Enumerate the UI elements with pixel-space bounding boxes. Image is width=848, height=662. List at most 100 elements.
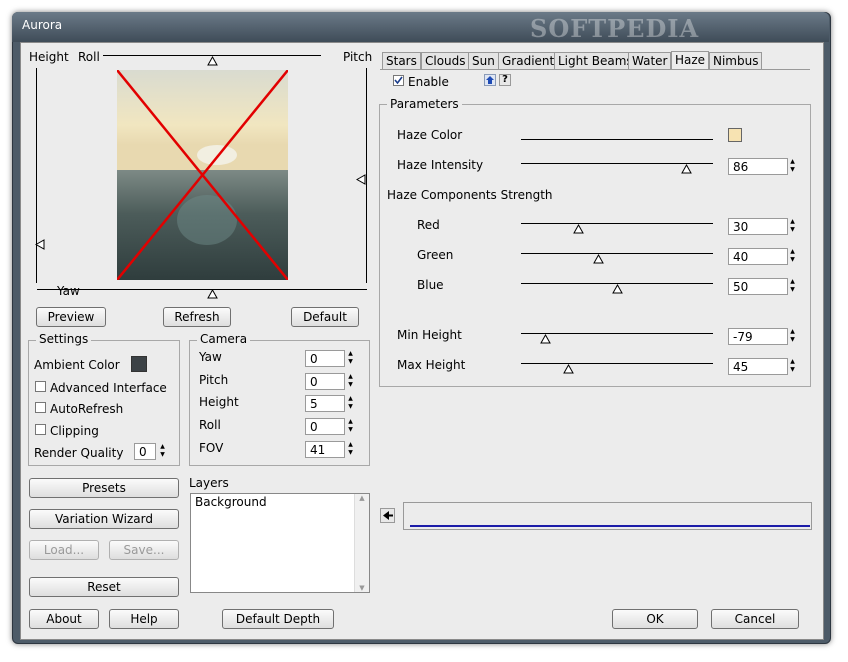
- green-slider-thumb[interactable]: [593, 253, 604, 267]
- yaw-slider-thumb[interactable]: [207, 288, 218, 302]
- cancel-button[interactable]: Cancel: [711, 609, 799, 629]
- haze-color-line: [521, 139, 713, 140]
- camera-pitch-input[interactable]: 0: [305, 373, 345, 390]
- collapse-arrow-icon[interactable]: [380, 508, 395, 523]
- blue-slider-thumb[interactable]: [612, 283, 623, 297]
- layer-item-background[interactable]: Background: [195, 495, 267, 509]
- max-height-label: Max Height: [397, 358, 466, 372]
- help-button[interactable]: Help: [109, 609, 179, 629]
- window-title: Aurora: [22, 18, 63, 32]
- layers-scrollbar[interactable]: ▲ ▼: [354, 494, 369, 592]
- camera-roll-input[interactable]: 0: [305, 418, 345, 435]
- tab-haze[interactable]: Haze: [671, 51, 710, 70]
- ambient-color-label: Ambient Color: [34, 358, 120, 372]
- variation-wizard-button[interactable]: Variation Wizard: [29, 509, 179, 529]
- haze-color-swatch[interactable]: [728, 128, 742, 142]
- tab-strip-divider: [380, 69, 810, 70]
- default-depth-button[interactable]: Default Depth: [222, 609, 334, 629]
- reset-button[interactable]: Reset: [29, 577, 179, 597]
- autorefresh-checkbox[interactable]: [35, 402, 46, 413]
- autorefresh-label: AutoRefresh: [50, 402, 124, 416]
- min-height-spinner[interactable]: ▲ ▼: [788, 328, 797, 344]
- sky-preview-image[interactable]: [116, 69, 289, 281]
- tab-stars[interactable]: Stars: [382, 52, 421, 69]
- camera-height-spinner[interactable]: ▲ ▼: [346, 395, 355, 411]
- pitch-label: Pitch: [343, 50, 373, 64]
- red-slider-track[interactable]: [521, 223, 713, 224]
- haze-intensity-label: Haze Intensity: [397, 158, 484, 172]
- camera-roll-label: Roll: [199, 418, 221, 432]
- height-slider-thumb[interactable]: [34, 239, 45, 253]
- save-button[interactable]: Save...: [109, 540, 179, 560]
- enable-label: Enable: [408, 75, 449, 89]
- about-button[interactable]: About: [29, 609, 99, 629]
- yaw-slider-track[interactable]: [37, 289, 367, 290]
- help-question-icon[interactable]: ?: [499, 74, 511, 86]
- camera-fov-input[interactable]: 41: [305, 441, 345, 458]
- haze-intensity-spinner[interactable]: ▲ ▼: [788, 158, 797, 174]
- tab-light-beams[interactable]: Light Beams: [554, 52, 637, 69]
- yaw-label: Yaw: [57, 284, 80, 298]
- parameters-title: Parameters: [387, 97, 462, 111]
- pitch-slider-thumb[interactable]: [355, 174, 366, 188]
- camera-yaw-spinner[interactable]: ▲ ▼: [346, 350, 355, 366]
- keyframe-bar[interactable]: [403, 502, 812, 530]
- blue-input[interactable]: 50: [728, 278, 788, 295]
- presets-button[interactable]: Presets: [29, 478, 179, 498]
- camera-height-label: Height: [199, 395, 239, 409]
- watermark-logo: SOFTPEDIA: [530, 14, 700, 43]
- ambient-color-swatch[interactable]: [131, 356, 147, 372]
- roll-slider-thumb[interactable]: [207, 55, 218, 69]
- render-quality-spinner[interactable]: ▲ ▼: [158, 443, 167, 459]
- min-height-input[interactable]: -79: [728, 328, 788, 345]
- red-slider-thumb[interactable]: [573, 223, 584, 237]
- tab-clouds[interactable]: Clouds: [421, 52, 470, 69]
- roll-label: Roll: [78, 50, 100, 64]
- camera-pitch-spinner[interactable]: ▲ ▼: [346, 373, 355, 389]
- red-input[interactable]: 30: [728, 218, 788, 235]
- green-slider-track[interactable]: [521, 253, 713, 254]
- tab-water[interactable]: Water: [628, 52, 672, 69]
- enable-checkbox[interactable]: [393, 75, 404, 86]
- home-icon[interactable]: [484, 74, 496, 86]
- clipping-checkbox[interactable]: [35, 424, 46, 435]
- camera-yaw-input[interactable]: 0: [305, 350, 345, 367]
- tab-gradient[interactable]: Gradient: [498, 52, 559, 69]
- min-height-slider-thumb[interactable]: [540, 333, 551, 347]
- max-height-slider-thumb[interactable]: [563, 363, 574, 377]
- height-label: Height: [29, 50, 69, 64]
- haze-color-label: Haze Color: [397, 128, 463, 142]
- red-label: Red: [417, 218, 440, 232]
- blue-label: Blue: [417, 278, 444, 292]
- green-label: Green: [417, 248, 454, 262]
- red-spinner[interactable]: ▲ ▼: [788, 218, 797, 234]
- green-spinner[interactable]: ▲ ▼: [788, 248, 797, 264]
- preview-button[interactable]: Preview: [36, 307, 106, 327]
- blue-spinner[interactable]: ▲ ▼: [788, 278, 797, 294]
- render-quality-input[interactable]: 0: [134, 443, 156, 460]
- layers-list[interactable]: Background ▲ ▼: [190, 493, 370, 593]
- tab-nimbus[interactable]: Nimbus: [709, 52, 763, 69]
- haze-components-label: Haze Components Strength: [387, 188, 553, 202]
- clipping-label: Clipping: [50, 424, 99, 438]
- keyframe-line: [410, 525, 810, 527]
- tab-sun[interactable]: Sun: [468, 52, 499, 69]
- pitch-slider-track[interactable]: [366, 68, 367, 283]
- camera-height-input[interactable]: 5: [305, 395, 345, 412]
- advanced-interface-label: Advanced Interface: [50, 381, 167, 395]
- max-height-slider-track[interactable]: [521, 363, 713, 364]
- camera-roll-spinner[interactable]: ▲ ▼: [346, 418, 355, 434]
- default-button[interactable]: Default: [291, 307, 359, 327]
- ok-button[interactable]: OK: [612, 609, 698, 629]
- settings-title: Settings: [36, 332, 92, 346]
- max-height-spinner[interactable]: ▲ ▼: [788, 358, 797, 374]
- camera-fov-spinner[interactable]: ▲ ▼: [346, 441, 355, 457]
- title-bar[interactable]: [12, 12, 829, 42]
- haze-intensity-slider-thumb[interactable]: [681, 163, 692, 177]
- max-height-input[interactable]: 45: [728, 358, 788, 375]
- haze-intensity-input[interactable]: 86: [728, 158, 788, 175]
- refresh-button[interactable]: Refresh: [163, 307, 231, 327]
- green-input[interactable]: 40: [728, 248, 788, 265]
- load-button[interactable]: Load...: [29, 540, 99, 560]
- advanced-interface-checkbox[interactable]: [35, 381, 46, 392]
